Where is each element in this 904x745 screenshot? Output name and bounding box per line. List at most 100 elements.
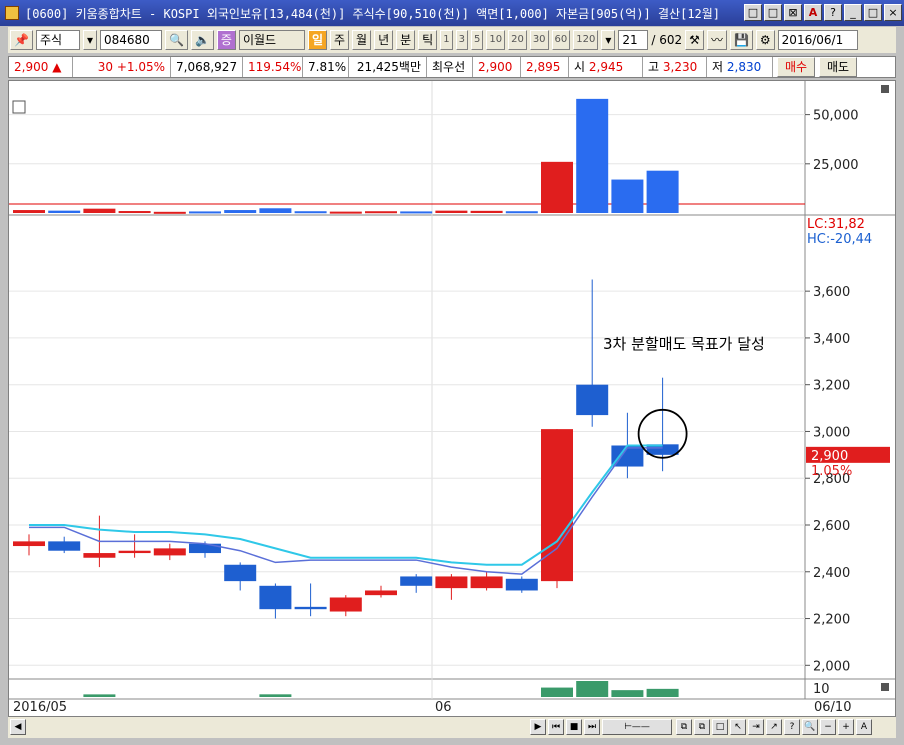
period-week[interactable]: 주	[329, 30, 350, 50]
volume-bar	[83, 208, 116, 213]
copy-icon[interactable]: ⧉	[676, 719, 692, 735]
candle-body	[83, 553, 116, 558]
indicator-bar	[611, 690, 644, 697]
help-icon[interactable]: ?	[784, 719, 800, 735]
scroll-left-button[interactable]: ◀	[10, 719, 26, 735]
period-tick[interactable]: 틱	[418, 30, 438, 50]
date-input[interactable]: 2016/06/1	[777, 30, 858, 50]
price-tick-label: 3,000	[813, 425, 850, 440]
window-title: [0600] 키움종합차트 - KOSPI 외국인보유[13,484(천)] 주…	[25, 6, 721, 21]
chart-annotation: 3차 분할매도 목표가 달성	[603, 335, 765, 353]
candle-body	[118, 550, 151, 554]
zoom-out-icon[interactable]: −	[820, 719, 836, 735]
volume-bar	[13, 210, 45, 213]
high-price: 3,230	[662, 60, 698, 74]
volume-bar	[611, 179, 644, 213]
bottom-tick-label: 10	[813, 682, 830, 697]
period-minute[interactable]: 분	[396, 30, 416, 50]
period-year[interactable]: 년	[374, 30, 394, 50]
volume-tick-label: 50,000	[813, 109, 859, 124]
interval-dropdown[interactable]: ▾	[601, 30, 616, 50]
pointer-icon[interactable]: ↖	[730, 719, 746, 735]
x-label-may: 2016/05	[13, 700, 68, 715]
volume-bar	[224, 210, 257, 213]
speaker-icon[interactable]: 🔈	[190, 30, 214, 50]
low-price: 2,830	[726, 60, 762, 74]
volume-bar	[646, 170, 679, 213]
volume-bar	[118, 211, 151, 214]
candle-body	[13, 541, 45, 547]
chart-area[interactable]: 50,000 25,000 3,600 3,400 3,200 3,000 2,800 2,6…	[8, 80, 896, 738]
pin-icon[interactable]: 📌	[10, 30, 33, 50]
candle-body	[435, 576, 468, 589]
volume-bar	[365, 211, 397, 214]
price-tick-label: 3,600	[813, 285, 850, 300]
quote-bar: 2,900 ▲ 30 +1.05% 7,068,927 119.54% 7.81…	[8, 56, 896, 78]
count-input[interactable]: 21	[618, 30, 649, 50]
save-icon[interactable]: 💾	[729, 30, 753, 50]
minute-20[interactable]: 20	[508, 30, 527, 50]
price-tick-label: 2,000	[813, 659, 850, 674]
scroll-right-button[interactable]: ▶	[530, 719, 546, 735]
volume-bar	[329, 211, 362, 214]
candle-body	[259, 585, 292, 610]
tool-icon[interactable]: ⚒	[685, 30, 704, 50]
current-price-tag-label: 2,900	[811, 449, 848, 464]
minute-60[interactable]: 60	[551, 30, 571, 50]
minute-30[interactable]: 30	[529, 30, 549, 50]
minute-5[interactable]: 5	[470, 30, 484, 50]
sell-button[interactable]: 매도	[819, 57, 857, 77]
close-button[interactable]: ×	[884, 4, 902, 21]
search-icon[interactable]: 🔍	[164, 30, 188, 50]
trade-amount: 21,425백만	[349, 57, 427, 77]
period-day[interactable]: 일	[307, 30, 327, 50]
window-button[interactable]: □	[764, 4, 782, 21]
period-month[interactable]: 월	[352, 30, 372, 50]
rewind-button[interactable]: ⏮	[548, 719, 564, 735]
volume-bar	[435, 210, 468, 213]
pane-close-icon	[881, 683, 889, 691]
minute-10[interactable]: 10	[486, 30, 506, 50]
layout-button[interactable]: □	[744, 4, 762, 21]
settings-icon[interactable]: ⚙	[755, 30, 775, 50]
zoom-in-icon[interactable]: +	[838, 719, 854, 735]
candle-body	[470, 576, 503, 589]
window-titlebar: [0600] 키움종합차트 - KOSPI 외국인보유[13,484(천)] 주…	[0, 0, 904, 26]
minimize-button[interactable]: _	[844, 4, 862, 21]
maximize-button[interactable]: □	[864, 4, 882, 21]
chart-toolbar: 📌 주식 ▾ 084680 🔍 🔈 증 이월드 일 주 월 년 분 틱 1 3 …	[8, 27, 896, 53]
x-label-jun10: 06/10	[814, 700, 852, 715]
paste-icon[interactable]: ⧉	[694, 719, 710, 735]
candlestick-chart[interactable]: 50,00025,0003,6003,4003,2003,0002,8002,6…	[9, 81, 895, 717]
candle-body	[48, 541, 81, 551]
market-dropdown[interactable]: ▾	[82, 30, 97, 50]
lc-label: LC:31,82	[807, 217, 865, 232]
minute-1[interactable]: 1	[440, 30, 453, 50]
stock-code-input[interactable]: 084680	[99, 30, 162, 50]
font-button[interactable]: A	[804, 4, 822, 21]
candle-body	[400, 576, 433, 586]
stock-name: 이월드	[238, 30, 305, 50]
volume-bar	[470, 210, 503, 213]
font-size-icon[interactable]: A	[856, 719, 872, 735]
market-select[interactable]: 주식	[35, 30, 80, 50]
indicator-icon[interactable]: 〰	[706, 30, 727, 50]
forward-button[interactable]: ⏭	[584, 719, 600, 735]
expand-icon[interactable]: ⇥	[748, 719, 764, 735]
help-button[interactable]: ?	[824, 4, 842, 21]
price-tick-label: 2,600	[813, 519, 850, 534]
minute-3[interactable]: 3	[455, 30, 468, 50]
candle-body	[365, 590, 397, 596]
volume-tick-label: 25,000	[813, 158, 859, 173]
candle-body	[224, 564, 257, 582]
pin-button[interactable]: ⊠	[784, 4, 802, 21]
zoom-slider[interactable]: ⊢——	[602, 719, 672, 735]
scroll-bar[interactable]: ◀ ▶ ⏮ ■ ⏭ ⊢—— ⧉ ⧉ □ ↖ ⇥ ↗ ? 🔍 − + A	[8, 716, 896, 738]
window-icon[interactable]: □	[712, 719, 728, 735]
candle-body	[576, 384, 609, 416]
stop-button[interactable]: ■	[566, 719, 582, 735]
zoom-search-icon[interactable]: 🔍	[802, 719, 818, 735]
minute-120[interactable]: 120	[573, 30, 599, 50]
trend-icon[interactable]: ↗	[766, 719, 782, 735]
buy-button[interactable]: 매수	[777, 57, 815, 77]
